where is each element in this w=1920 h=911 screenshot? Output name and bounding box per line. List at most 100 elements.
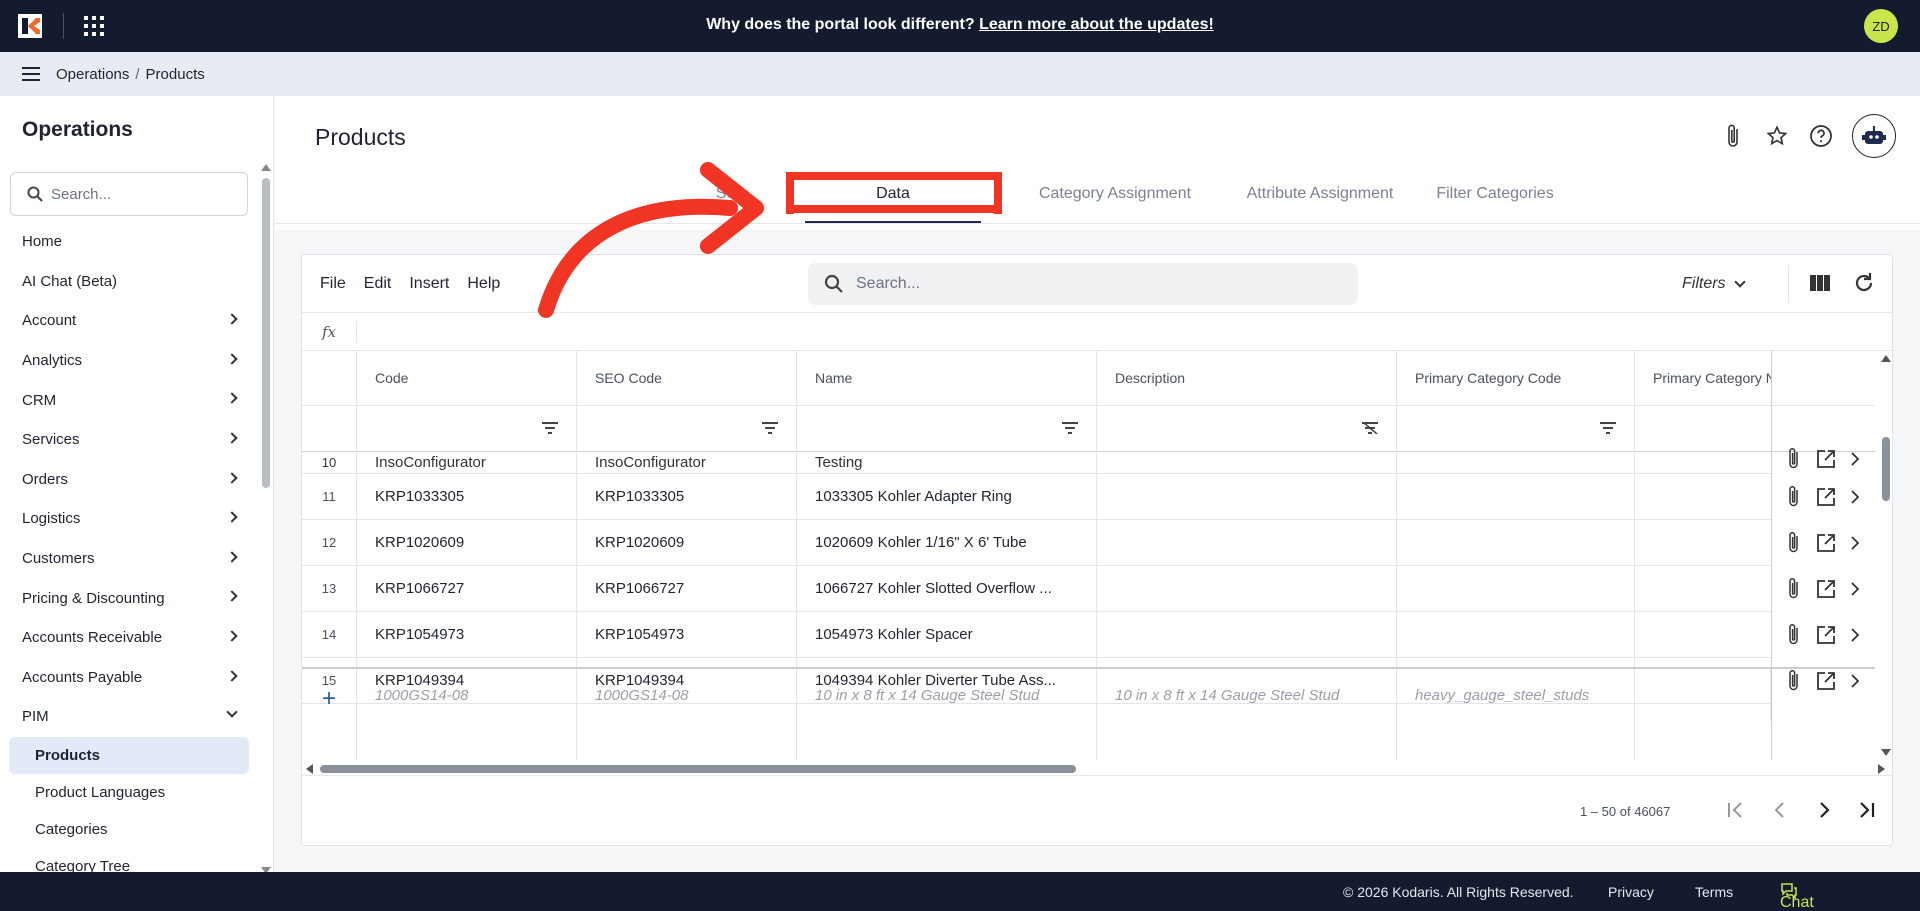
- columns-icon[interactable]: [1808, 271, 1832, 295]
- scroll-down-arrow[interactable]: [1881, 749, 1891, 756]
- scroll-up-arrow[interactable]: [261, 164, 271, 171]
- sidebar-item-logistics[interactable]: Logistics: [0, 499, 258, 539]
- new-row-category-name-input[interactable]: [1635, 669, 1771, 721]
- table-cell[interactable]: 1054973 Kohler Spacer: [797, 612, 1096, 658]
- user-avatar[interactable]: ZD: [1864, 9, 1898, 43]
- table-cell[interactable]: [1097, 452, 1396, 474]
- scrollbar-thumb[interactable]: [262, 178, 270, 488]
- last-page-icon[interactable]: [1854, 798, 1878, 822]
- sidebar-scrollbar[interactable]: [258, 164, 272, 872]
- table-cell[interactable]: 1066727 Kohler Slotted Overflow ...: [797, 566, 1096, 612]
- table-cell[interactable]: KRP1020609: [577, 520, 796, 566]
- chevron-right-icon[interactable]: [1850, 490, 1860, 504]
- scroll-left-arrow[interactable]: [306, 764, 313, 774]
- refresh-icon[interactable]: [1852, 271, 1876, 295]
- menu-edit[interactable]: Edit: [364, 275, 392, 293]
- sidebar-subitem-categories[interactable]: Categories: [0, 811, 258, 848]
- sidebar-item-ai-chat[interactable]: AI Chat (Beta): [0, 262, 258, 302]
- column-header-primary-category-code[interactable]: Primary Category Code: [1397, 351, 1634, 406]
- sidebar-item-account[interactable]: Account: [0, 301, 258, 341]
- sidebar-item-accounts-receivable[interactable]: Accounts Receivable: [0, 618, 258, 658]
- table-cell[interactable]: KRP1054973: [577, 612, 796, 658]
- filter-icon[interactable]: [1600, 422, 1616, 434]
- sidebar-item-pricing[interactable]: Pricing & Discounting: [0, 578, 258, 618]
- sidebar-subitem-product-languages[interactable]: Product Languages: [0, 774, 258, 811]
- table-cell[interactable]: InsoConfigurator: [357, 452, 576, 474]
- star-icon[interactable]: [1764, 123, 1790, 149]
- open-external-icon[interactable]: [1816, 533, 1836, 553]
- banner-learn-more-link[interactable]: Learn more about the updates!: [979, 16, 1214, 33]
- sidebar-item-orders[interactable]: Orders: [0, 460, 258, 500]
- sidebar-item-analytics[interactable]: Analytics: [0, 341, 258, 381]
- help-icon[interactable]: [1808, 123, 1834, 149]
- paperclip-icon[interactable]: [1720, 123, 1746, 149]
- new-row-code-input[interactable]: 1000GS14-08: [357, 669, 577, 721]
- first-page-icon[interactable]: [1724, 798, 1748, 822]
- scroll-up-arrow[interactable]: [1881, 355, 1891, 362]
- sidebar-subitem-products[interactable]: Products: [9, 736, 249, 774]
- menu-insert[interactable]: Insert: [409, 275, 449, 293]
- tab-category-assignment[interactable]: Category Assignment: [995, 164, 1235, 224]
- table-cell[interactable]: [1097, 612, 1396, 658]
- next-page-icon[interactable]: [1812, 798, 1836, 822]
- grid-search-input[interactable]: Search...: [808, 263, 1358, 305]
- table-cell[interactable]: [1397, 520, 1634, 566]
- paperclip-icon[interactable]: [1786, 531, 1802, 555]
- table-cell[interactable]: KRP1054973: [357, 612, 576, 658]
- new-row-seo-input[interactable]: 1000GS14-08: [577, 669, 797, 721]
- table-cell[interactable]: 1033305 Kohler Adapter Ring: [797, 474, 1096, 520]
- breadcrumb-operations[interactable]: Operations: [56, 66, 129, 83]
- grid-horizontal-scrollbar[interactable]: [302, 761, 1892, 775]
- table-cell[interactable]: [1097, 566, 1396, 612]
- sidebar-item-pim[interactable]: PIM: [0, 697, 258, 737]
- filter-icon[interactable]: [542, 422, 558, 434]
- paperclip-icon[interactable]: [1786, 447, 1802, 471]
- new-row-name-input[interactable]: 10 in x 8 ft x 14 Gauge Steel Stud: [797, 669, 1097, 721]
- table-cell[interactable]: [1397, 474, 1634, 520]
- table-cell[interactable]: [1397, 612, 1634, 658]
- ai-assistant-button[interactable]: [1852, 114, 1896, 158]
- tab-filter-categories[interactable]: Filter Categories: [1395, 164, 1595, 224]
- scrollbar-thumb[interactable]: [1882, 437, 1890, 501]
- filters-dropdown[interactable]: Filters: [1682, 275, 1746, 293]
- sidebar-subitem-category-tree[interactable]: Category Tree: [0, 848, 258, 872]
- table-cell[interactable]: Testing: [797, 452, 1096, 474]
- chevron-right-icon[interactable]: [1850, 582, 1860, 596]
- filter-off-icon[interactable]: [1362, 422, 1378, 434]
- table-cell[interactable]: KRP1066727: [577, 566, 796, 612]
- open-external-icon[interactable]: [1816, 449, 1836, 469]
- table-cell[interactable]: KRP1020609: [357, 520, 576, 566]
- open-external-icon[interactable]: [1816, 579, 1836, 599]
- previous-page-icon[interactable]: [1768, 798, 1792, 822]
- table-cell[interactable]: 1020609 Kohler 1/16" X 6' Tube: [797, 520, 1096, 566]
- filter-icon[interactable]: [762, 422, 778, 434]
- table-cell[interactable]: KRP1033305: [357, 474, 576, 520]
- new-row-description-input[interactable]: 10 in x 8 ft x 14 Gauge Steel Stud: [1097, 669, 1397, 721]
- sidebar-item-customers[interactable]: Customers: [0, 539, 258, 579]
- scrollbar-thumb[interactable]: [320, 765, 1076, 773]
- filter-icon[interactable]: [1062, 422, 1078, 434]
- chevron-right-icon[interactable]: [1850, 452, 1860, 466]
- column-header-seo-code[interactable]: SEO Code: [577, 351, 796, 406]
- paperclip-icon[interactable]: [1786, 577, 1802, 601]
- open-external-icon[interactable]: [1816, 487, 1836, 507]
- privacy-link[interactable]: Privacy: [1608, 884, 1654, 900]
- column-header-description[interactable]: Description: [1097, 351, 1396, 406]
- table-cell[interactable]: [1097, 520, 1396, 566]
- table-cell[interactable]: [1397, 452, 1634, 474]
- table-cell[interactable]: [1097, 474, 1396, 520]
- chevron-right-icon[interactable]: [1850, 628, 1860, 642]
- table-cell[interactable]: KRP1066727: [357, 566, 576, 612]
- sidebar-item-accounts-payable[interactable]: Accounts Payable: [0, 658, 258, 698]
- chat-with-us-button[interactable]: Chat with us: [1780, 882, 1814, 911]
- sidebar-item-home[interactable]: Home: [0, 222, 258, 262]
- column-header-code[interactable]: Code: [357, 351, 576, 406]
- table-cell[interactable]: KRP1033305: [577, 474, 796, 520]
- menu-file[interactable]: File: [320, 275, 346, 293]
- sidebar-search-input[interactable]: Search...: [10, 172, 248, 216]
- new-row-category-input[interactable]: heavy_gauge_steel_studs: [1397, 669, 1635, 721]
- menu-icon[interactable]: [22, 67, 40, 81]
- paperclip-icon[interactable]: [1786, 623, 1802, 647]
- menu-help[interactable]: Help: [467, 275, 500, 293]
- sidebar-item-crm[interactable]: CRM: [0, 380, 258, 420]
